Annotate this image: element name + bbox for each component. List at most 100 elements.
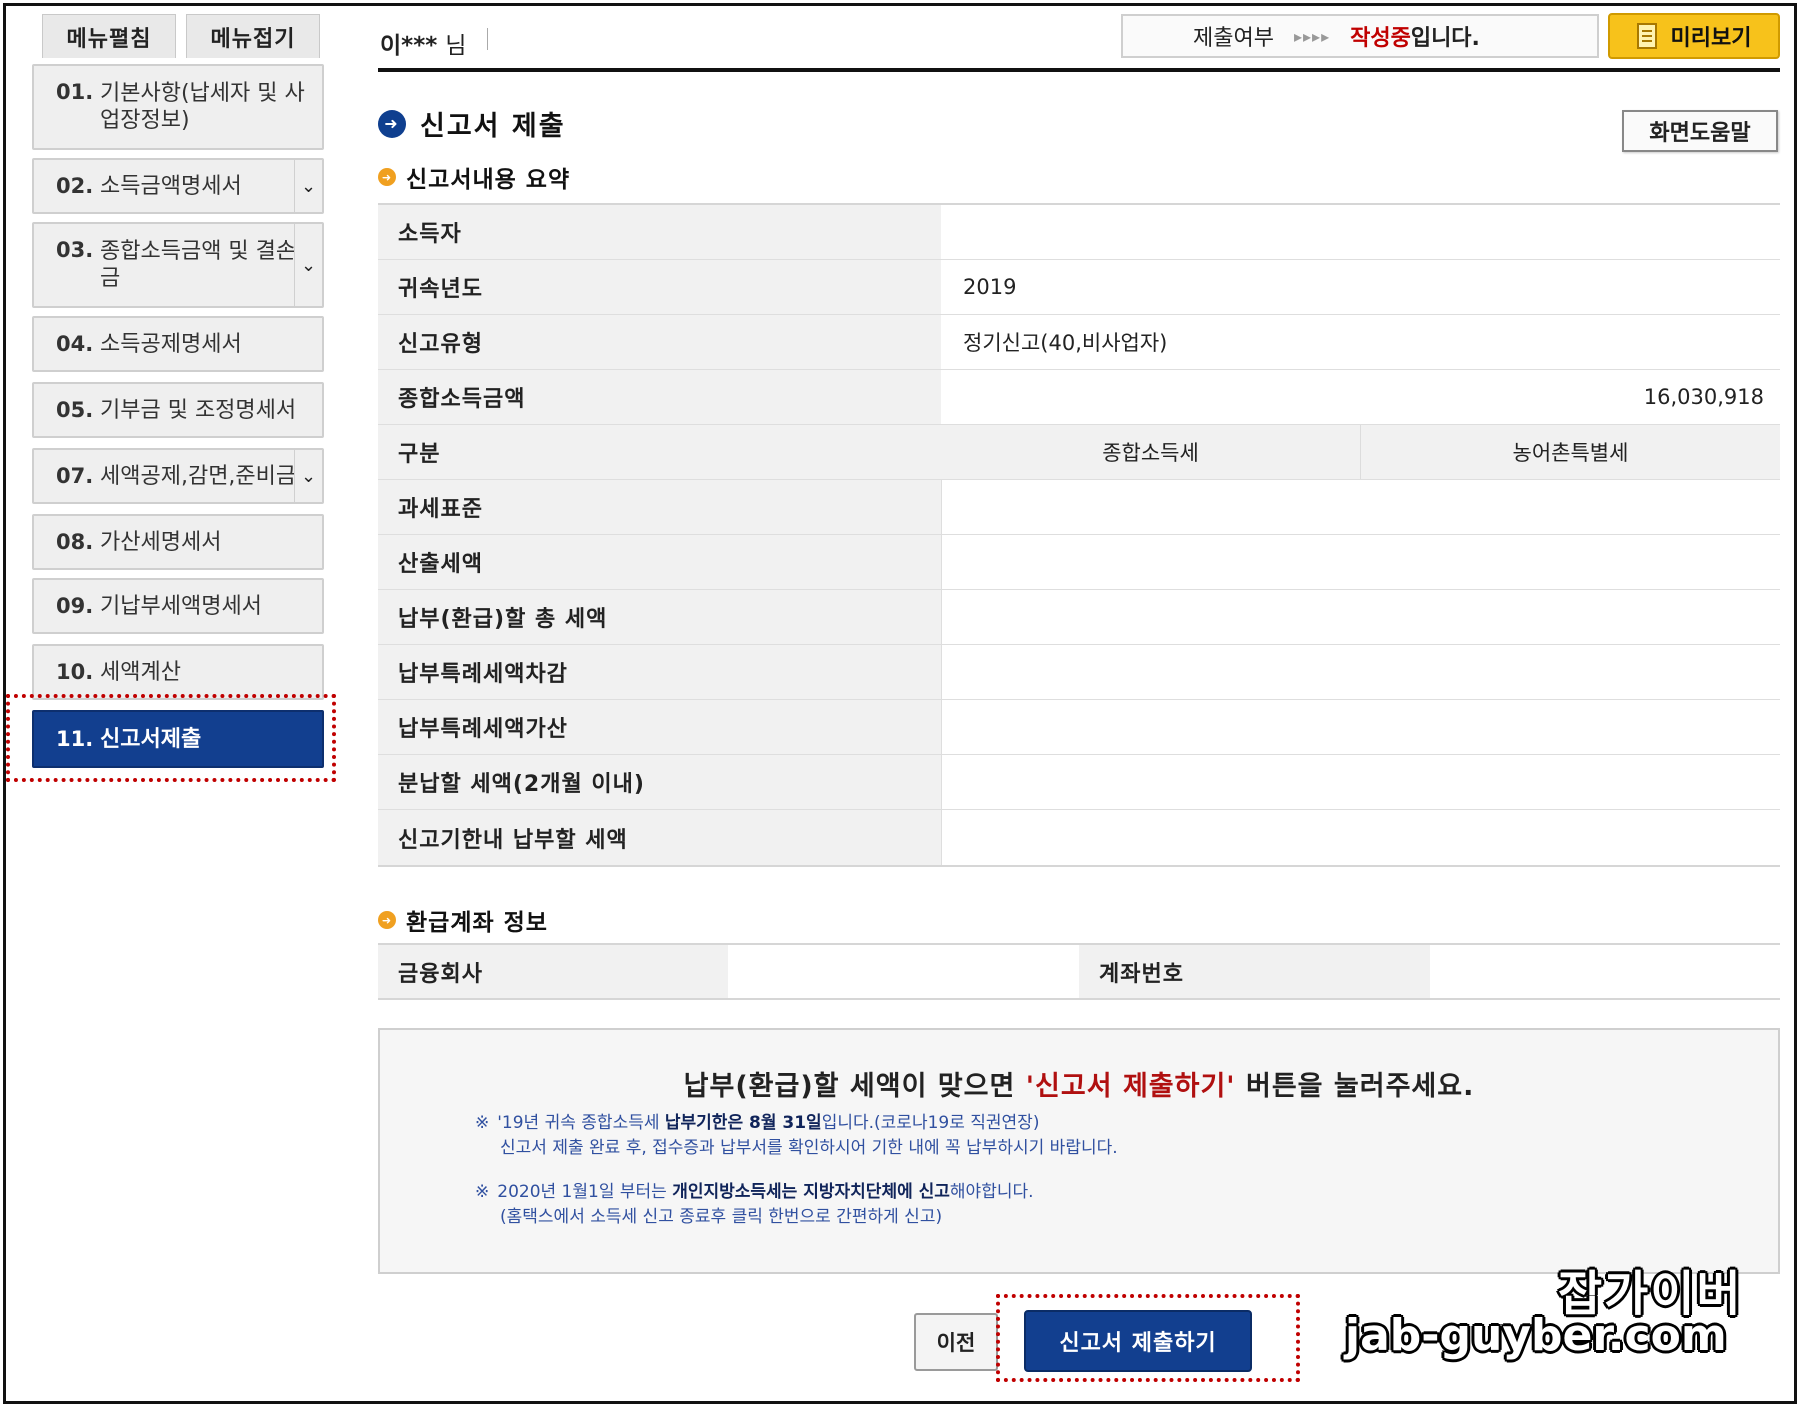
sidebar-item-label: 소득금액명세서: [100, 173, 242, 199]
row-label: 납부특례세액가산: [378, 700, 941, 754]
page-title: ➜ 신고서 제출: [378, 104, 566, 143]
document-icon: [1636, 23, 1657, 49]
menu-collapse-button[interactable]: 메뉴접기: [186, 14, 320, 58]
status-value: 작성중: [1350, 26, 1411, 51]
sidebar-item-tax-credits[interactable]: 07. 세액공제,감면,준비금 ⌄: [32, 448, 324, 504]
note-text: 입니다.(코로나19로 직권연장): [821, 1113, 1040, 1133]
notice-main-text: 납부(환급)할 세액이 맞으면 '신고서 제출하기' 버튼을 눌러주세요.: [380, 1064, 1778, 1103]
refund-section-title: ➜ 환급계좌 정보: [378, 903, 548, 937]
sidebar-item-deductions[interactable]: 04. 소득공제명세서: [32, 316, 324, 372]
row-value: 16,030,918: [1643, 385, 1764, 409]
note-mark-icon: ※: [475, 1182, 490, 1202]
sidebar-item-number: 02.: [56, 174, 94, 198]
sidebar-item-label: 기본사항(납세자 및 사업장정보): [100, 81, 305, 133]
row-value: [941, 205, 1780, 259]
notice-text: 납부(환급)할 세액이 맞으면: [683, 1071, 1026, 1102]
row-label: 납부(환급)할 총 세액: [378, 590, 941, 644]
note-text: 2020년 1월1일 부터는: [497, 1182, 673, 1202]
row-label: 신고기한내 납부할 세액: [378, 810, 941, 865]
divider: [487, 28, 488, 50]
table-row: 납부(환급)할 총 세액: [378, 590, 1780, 645]
notice-text: 버튼을 눌러주세요.: [1235, 1071, 1475, 1102]
chevron-down-icon[interactable]: ⌄: [294, 224, 322, 306]
sidebar-item-penalty-tax[interactable]: 08. 가산세명세서: [32, 514, 324, 570]
bank-label: 금융회사: [378, 945, 728, 998]
row-label: 귀속년도: [378, 260, 941, 314]
page-title-text: 신고서 제출: [420, 111, 566, 142]
status-label: 제출여부: [1193, 26, 1274, 51]
arrow-right-icon: ➜: [378, 109, 406, 138]
sidebar-item-total-income[interactable]: 03. 종합소득금액 및 결손금 ⌄: [32, 222, 324, 308]
note-text: 해야합니다.: [949, 1182, 1034, 1202]
row-label: 신고유형: [378, 315, 941, 369]
header-divider: [378, 68, 1780, 72]
sidebar-item-number: 10.: [56, 660, 94, 684]
screen-help-button[interactable]: 화면도움말: [1622, 110, 1778, 152]
table-row: 분납할 세액(2개월 이내): [378, 755, 1780, 810]
note-bold: 납부기한은 8월 31일: [664, 1113, 822, 1133]
summary-section-title: ➜ 신고서내용 요약: [378, 160, 570, 194]
table-row: 납부특례세액가산: [378, 700, 1780, 755]
sidebar-item-number: 08.: [56, 530, 94, 554]
sidebar-item-number: 07.: [56, 464, 94, 488]
row-value: [941, 535, 991, 589]
table-row: 구분 종합소득세 농어촌특별세: [378, 425, 1780, 480]
row-value: [941, 645, 991, 699]
summary-section-title-text: 신고서내용 요약: [406, 167, 571, 193]
row-label: 납부특례세액차감: [378, 645, 941, 699]
summary-table: 소득자 귀속년도 2019 신고유형 정기신고(40,비사업자) 종합소득금액 …: [378, 203, 1780, 867]
row-value: 정기신고(40,비사업자): [963, 331, 1168, 355]
note-bold: 개인지방소득세는 지방자치단체에 신고: [672, 1182, 950, 1202]
row-label: 과세표준: [378, 480, 941, 534]
row-value: [941, 480, 991, 534]
refund-section-title-text: 환급계좌 정보: [406, 910, 548, 936]
column-header-rural-tax: 농어촌특별세: [1360, 425, 1780, 479]
sidebar-item-label: 종합소득금액 및 결손금: [100, 239, 297, 291]
table-row: 납부특례세액차감: [378, 645, 1780, 700]
chevron-down-icon[interactable]: ⌄: [294, 450, 322, 502]
column-headers: 종합소득세 농어촌특별세: [941, 425, 1780, 479]
table-row: 소득자: [378, 205, 1780, 260]
refund-account-table: 금융회사 계좌번호: [378, 943, 1780, 1000]
preview-button-label: 미리보기: [1670, 26, 1752, 51]
user-name: 이*** 님: [380, 26, 466, 60]
preview-button[interactable]: 미리보기: [1608, 13, 1780, 59]
table-row: 종합소득금액 16,030,918: [378, 370, 1780, 425]
table-row: 산출세액: [378, 535, 1780, 590]
row-value: 2019: [963, 275, 1017, 299]
column-header-income-tax: 종합소득세: [1102, 441, 1199, 465]
row-label: 분납할 세액(2개월 이내): [378, 755, 941, 809]
sidebar-item-prepaid-tax[interactable]: 09. 기납부세액명세서: [32, 578, 324, 634]
sidebar-item-label: 기부금 및 조정명세서: [100, 397, 297, 423]
arrow-icon: ▸▸▸▸: [1293, 26, 1331, 46]
sidebar-item-number: 05.: [56, 398, 94, 422]
sidebar-item-number: 01.: [56, 80, 94, 104]
row-value: [941, 590, 991, 644]
account-number-label: 계좌번호: [1079, 945, 1430, 998]
highlight-box-sidebar: [6, 694, 336, 782]
user-name-suffix: 님: [445, 33, 467, 59]
note-mark-icon: ※: [475, 1113, 490, 1133]
sidebar-item-basic-info[interactable]: 01. 기본사항(납세자 및 사업장정보): [32, 64, 324, 150]
sidebar-item-label: 세액공제,감면,준비금: [100, 463, 297, 489]
sidebar-item-number: 03.: [56, 238, 94, 262]
status-tail: 입니다.: [1410, 26, 1480, 51]
chevron-down-icon[interactable]: ⌄: [294, 160, 322, 212]
sidebar-item-donations[interactable]: 05. 기부금 및 조정명세서: [32, 382, 324, 438]
notice-highlight: '신고서 제출하기': [1025, 1071, 1236, 1102]
table-row: 신고유형 정기신고(40,비사업자): [378, 315, 1780, 370]
sidebar-item-income-statement[interactable]: 02. 소득금액명세서 ⌄: [32, 158, 324, 214]
menu-expand-button[interactable]: 메뉴펼침: [42, 14, 176, 58]
table-row: 신고기한내 납부할 세액: [378, 810, 1780, 865]
row-value: [941, 810, 991, 865]
notice-item-local-tax: ※ 2020년 1월1일 부터는 개인지방소득세는 지방자치단체에 신고해야합니다…: [475, 1180, 1034, 1230]
notice-item-deadline: ※ '19년 귀속 종합소득세 납부기한은 8월 31일입니다.(코로나19로 직…: [475, 1111, 1118, 1161]
previous-button[interactable]: 이전: [914, 1313, 998, 1371]
account-number-value: [1430, 945, 1780, 998]
sidebar-item-label: 세액계산: [100, 659, 181, 685]
watermark-url: jab-guyber.com: [1345, 1310, 1727, 1361]
highlight-box-submit: [996, 1294, 1300, 1382]
row-value: [941, 755, 991, 809]
row-value: [941, 700, 991, 754]
sidebar-item-tax-calculation[interactable]: 10. 세액계산: [32, 644, 324, 700]
